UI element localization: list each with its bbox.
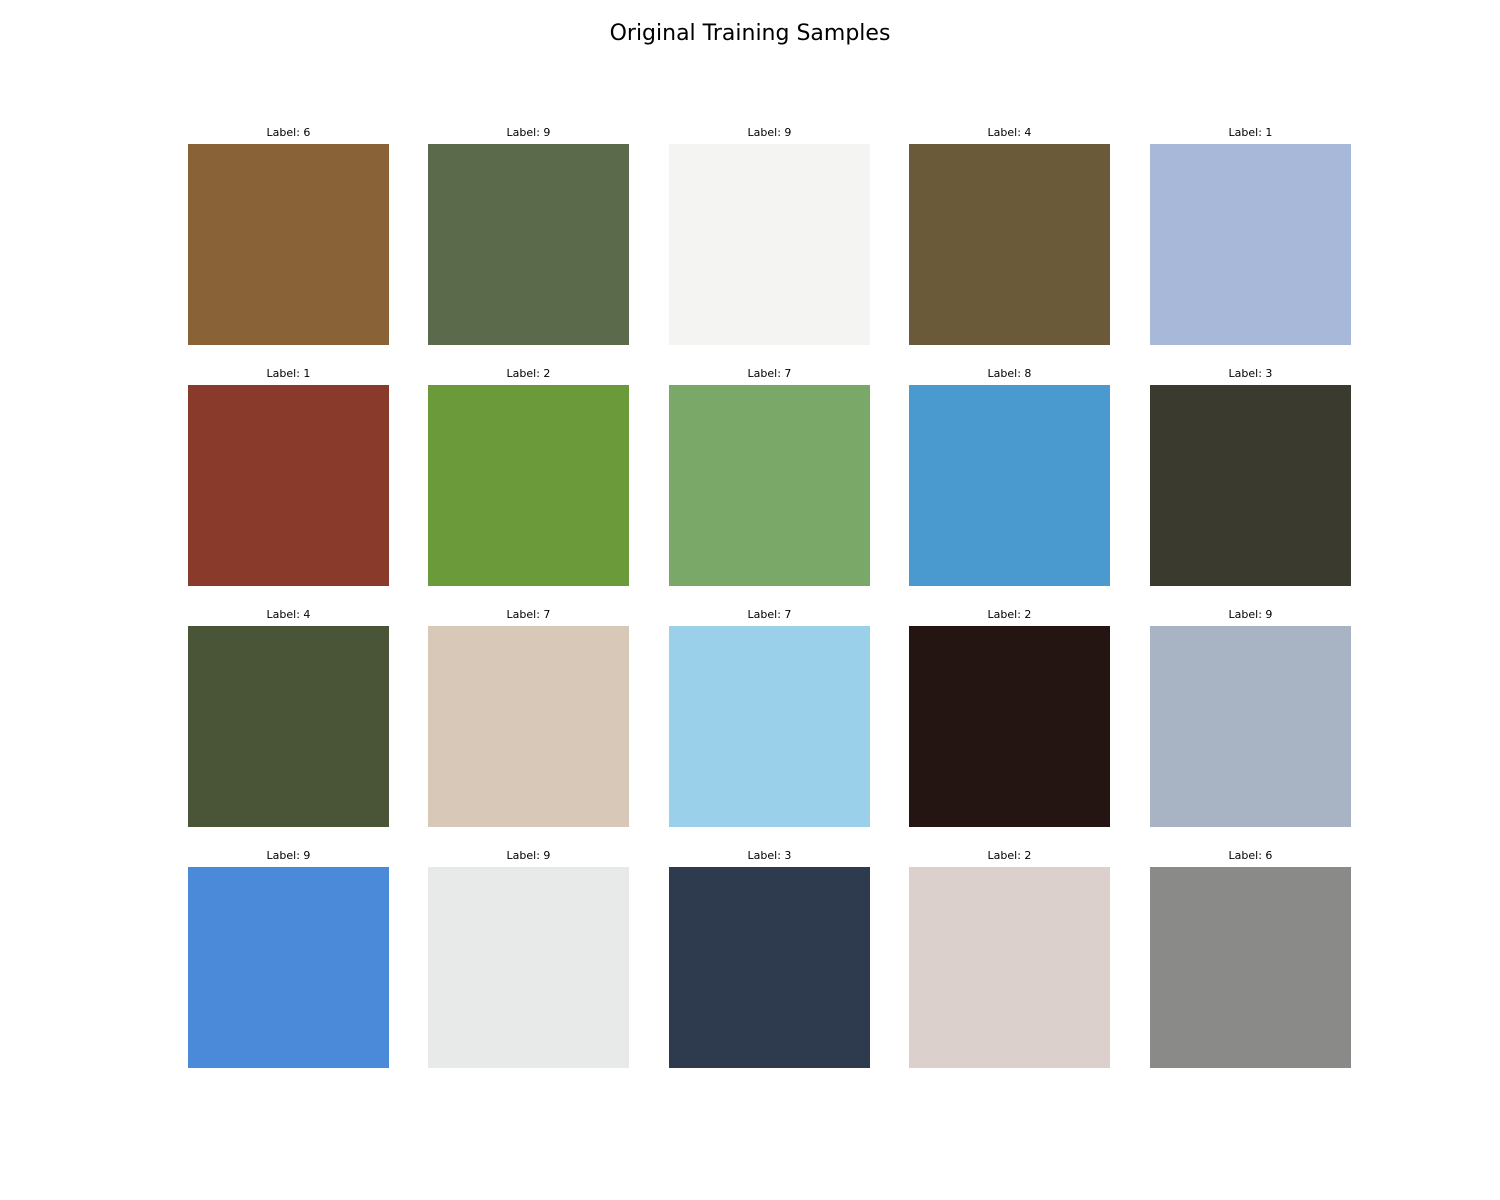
deer-in-forest-image: [188, 626, 389, 827]
figure: Original Training Samples Label: 6 Label…: [0, 0, 1500, 1200]
sample-label: Label: 9: [266, 849, 311, 862]
sample-label: Label: 2: [506, 367, 551, 380]
sample-label: Label: 1: [266, 367, 311, 380]
sample-label: Label: 3: [1228, 367, 1273, 380]
deer-image: [909, 144, 1110, 345]
sample-label: Label: 2: [987, 608, 1032, 621]
sample-label: Label: 7: [747, 367, 792, 380]
green-truck-image: [1150, 626, 1351, 827]
truck-with-people-image: [428, 867, 629, 1068]
sample-label: Label: 1: [1228, 126, 1273, 139]
sample-label: Label: 9: [506, 126, 551, 139]
sample-label: Label: 6: [266, 126, 311, 139]
cat-lying-image: [669, 867, 870, 1068]
dump-truck-image: [669, 144, 870, 345]
sample-label: Label: 4: [266, 608, 311, 621]
trailer-truck-image: [188, 867, 389, 1068]
sample-label: Label: 4: [987, 126, 1032, 139]
sample-label: Label: 9: [1228, 608, 1273, 621]
car-image: [1150, 144, 1351, 345]
frog-statue-image: [1150, 867, 1351, 1068]
horse-image: [669, 385, 870, 586]
truck-image: [428, 144, 629, 345]
ship-image: [909, 385, 1110, 586]
figure-title: Original Training Samples: [609, 21, 891, 46]
frog-image: [188, 144, 389, 345]
sample-label: Label: 3: [747, 849, 792, 862]
red-car-image: [188, 385, 389, 586]
sample-label: Label: 2: [987, 849, 1032, 862]
sample-label: Label: 9: [506, 849, 551, 862]
sample-label: Label: 7: [506, 608, 551, 621]
sample-label: Label: 7: [747, 608, 792, 621]
sample-label: Label: 8: [987, 367, 1032, 380]
bird-image: [428, 385, 629, 586]
sample-label: Label: 6: [1228, 849, 1273, 862]
bluebird-image: [909, 626, 1110, 827]
horse-in-field-image: [669, 626, 870, 827]
sparrow-image: [909, 867, 1110, 1068]
sample-label: Label: 9: [747, 126, 792, 139]
horse-with-rider-image: [428, 626, 629, 827]
cat-image: [1150, 385, 1351, 586]
